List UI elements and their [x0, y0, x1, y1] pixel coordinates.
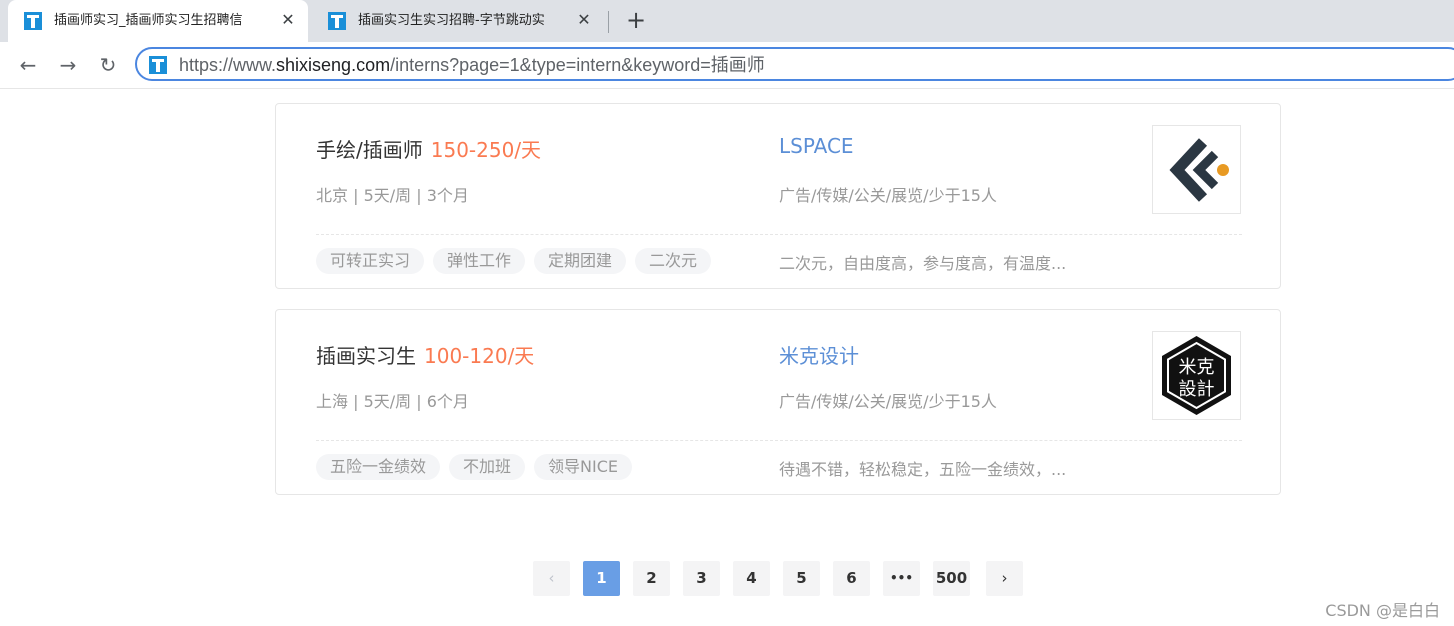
page-button-2[interactable]: 2 — [633, 561, 670, 596]
tab-title: 插画师实习_插画师实习生招聘信 — [54, 13, 243, 28]
company-logo[interactable]: 米克 設計 — [1152, 331, 1241, 420]
job-salary: 150-250/天 — [430, 138, 542, 162]
job-title[interactable]: 插画实习生 — [316, 344, 416, 368]
mike-design-logo-icon: 米克 設計 — [1162, 336, 1231, 415]
job-tag: 可转正实习 — [316, 248, 425, 274]
page-button-4[interactable]: 4 — [733, 561, 770, 596]
job-tag: 五险一金绩效 — [316, 454, 441, 480]
lspace-logo-icon — [1169, 138, 1229, 202]
job-meta: 北京 | 5天/周 | 3个月 — [316, 186, 469, 205]
job-tags: 可转正实习 弹性工作 定期团建 二次元 — [316, 248, 720, 274]
tab-close-icon[interactable]: ✕ — [574, 10, 594, 30]
next-page-button[interactable]: › — [986, 561, 1023, 596]
page-button-3[interactable]: 3 — [683, 561, 720, 596]
company-industry: 广告/传媒/公关/展览/少于15人 — [779, 186, 997, 205]
url-text[interactable]: https://www.shixiseng.com/interns?page=1… — [179, 54, 765, 76]
job-title[interactable]: 手绘/插画师 — [316, 138, 423, 162]
job-card[interactable]: 手绘/插画师 150-250/天 北京 | 5天/周 | 3个月 LSPACE 广… — [275, 103, 1281, 289]
logo-text-top: 米克 — [1179, 357, 1215, 378]
shixiseng-favicon-icon — [328, 12, 346, 30]
page-ellipsis-button[interactable]: ••• — [883, 561, 920, 596]
job-tags: 五险一金绩效 不加班 领导NICE — [316, 454, 641, 480]
url-domain: shixiseng.com — [276, 55, 391, 75]
new-tab-button[interactable]: + — [622, 7, 650, 35]
job-card[interactable]: 插画实习生 100-120/天 上海 | 5天/周 | 6个月 米克设计 广告/传… — [275, 309, 1281, 495]
company-logo[interactable] — [1152, 125, 1241, 214]
tab-strip: 插画师实习_插画师实习生招聘信 ✕ 插画实习生实习招聘-字节跳动实 ✕ + — [0, 0, 1454, 42]
page-button-1[interactable]: 1 — [583, 561, 620, 596]
job-description: 二次元，自由度高，参与度高，有温度... — [779, 254, 1067, 273]
watermark: CSDN @是白白 — [1325, 601, 1440, 620]
logo-text-bottom: 設計 — [1179, 379, 1215, 400]
company-name[interactable]: LSPACE — [779, 134, 854, 158]
prev-page-button[interactable]: ‹ — [533, 561, 570, 596]
tab-close-icon[interactable]: ✕ — [278, 10, 298, 30]
url-path: /interns?page=1&type=intern&keyword=插画师 — [390, 55, 765, 75]
tab-active[interactable]: 插画师实习_插画师实习生招聘信 ✕ — [8, 0, 308, 42]
company-industry: 广告/传媒/公关/展览/少于15人 — [779, 392, 997, 411]
tab-separator — [608, 11, 609, 33]
job-description: 待遇不错，轻松稳定，五险一金绩效，... — [779, 460, 1067, 479]
address-bar[interactable]: https://www.shixiseng.com/interns?page=1… — [135, 47, 1454, 81]
job-title-line: 手绘/插画师 150-250/天 — [316, 134, 541, 163]
company-name[interactable]: 米克设计 — [779, 340, 859, 369]
job-tag: 定期团建 — [534, 248, 627, 274]
page-button-6[interactable]: 6 — [833, 561, 870, 596]
shixiseng-favicon-icon — [24, 12, 42, 30]
page-button-5[interactable]: 5 — [783, 561, 820, 596]
job-tag: 二次元 — [635, 248, 712, 274]
job-tag: 领导NICE — [534, 454, 633, 480]
job-tag: 不加班 — [449, 454, 526, 480]
page-button-last[interactable]: 500 — [933, 561, 970, 596]
job-title-line: 插画实习生 100-120/天 — [316, 340, 534, 369]
job-tag: 弹性工作 — [433, 248, 526, 274]
shixiseng-favicon-icon — [149, 56, 167, 74]
job-salary: 100-120/天 — [424, 344, 535, 368]
tab-title: 插画实习生实习招聘-字节跳动实 — [358, 13, 545, 28]
card-divider — [316, 440, 1242, 441]
forward-arrow-icon[interactable]: → — [54, 51, 82, 79]
reload-icon[interactable]: ↻ — [94, 51, 122, 79]
job-meta: 上海 | 5天/周 | 6个月 — [316, 392, 469, 411]
card-divider — [316, 234, 1242, 235]
browser-toolbar: ← → ↻ https://www.shixiseng.com/interns?… — [0, 42, 1454, 89]
back-arrow-icon[interactable]: ← — [14, 51, 42, 79]
tab-inactive[interactable]: 插画实习生实习招聘-字节跳动实 ✕ — [312, 0, 604, 42]
url-prefix: https://www. — [179, 55, 277, 75]
